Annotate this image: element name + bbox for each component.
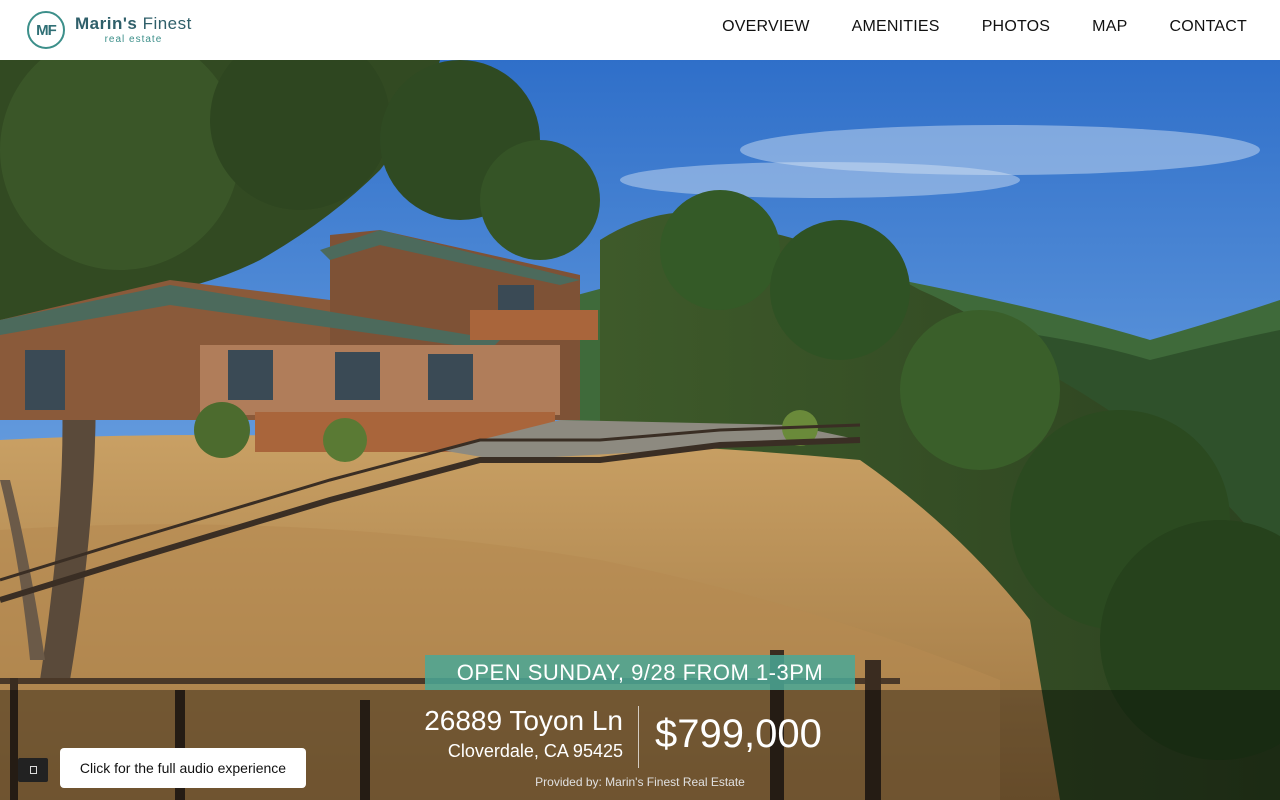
hero-section: OPEN SUNDAY, 9/28 FROM 1-3PM 26889 Toyon… — [0, 60, 1280, 800]
address-block: 26889 Toyon Ln Cloverdale, CA 95425 — [424, 704, 623, 764]
brand-name-bold: Marin's — [75, 14, 138, 33]
nav-map[interactable]: MAP — [1092, 18, 1127, 36]
main-nav: OVERVIEW AMENITIES PHOTOS MAP CONTACT — [680, 0, 1247, 54]
info-divider — [638, 706, 639, 768]
city-state-zip: Cloverdale, CA 95425 — [447, 741, 623, 761]
brand-logo[interactable]: MF Marin's Finest real estate — [27, 10, 192, 50]
audio-experience-button[interactable]: Click for the full audio experience — [60, 748, 306, 788]
brand-name: Marin's Finest — [75, 15, 192, 32]
listing-price: $799,000 — [655, 712, 822, 756]
brand-name-rest: Finest — [137, 14, 192, 33]
brand-tagline: real estate — [104, 34, 163, 45]
nav-photos[interactable]: PHOTOS — [982, 18, 1050, 36]
open-house-banner: OPEN SUNDAY, 9/28 FROM 1-3PM — [425, 655, 855, 690]
site-header: MF Marin's Finest real estate OVERVIEW A… — [0, 0, 1280, 60]
logo-text: Marin's Finest real estate — [75, 15, 192, 45]
nav-contact[interactable]: CONTACT — [1169, 18, 1247, 36]
nav-amenities[interactable]: AMENITIES — [852, 18, 940, 36]
speaker-icon[interactable] — [18, 758, 48, 782]
street-address: 26889 Toyon Ln — [424, 705, 623, 736]
nav-overview[interactable]: OVERVIEW — [722, 18, 810, 36]
logo-monogram-icon: MF — [27, 11, 65, 49]
